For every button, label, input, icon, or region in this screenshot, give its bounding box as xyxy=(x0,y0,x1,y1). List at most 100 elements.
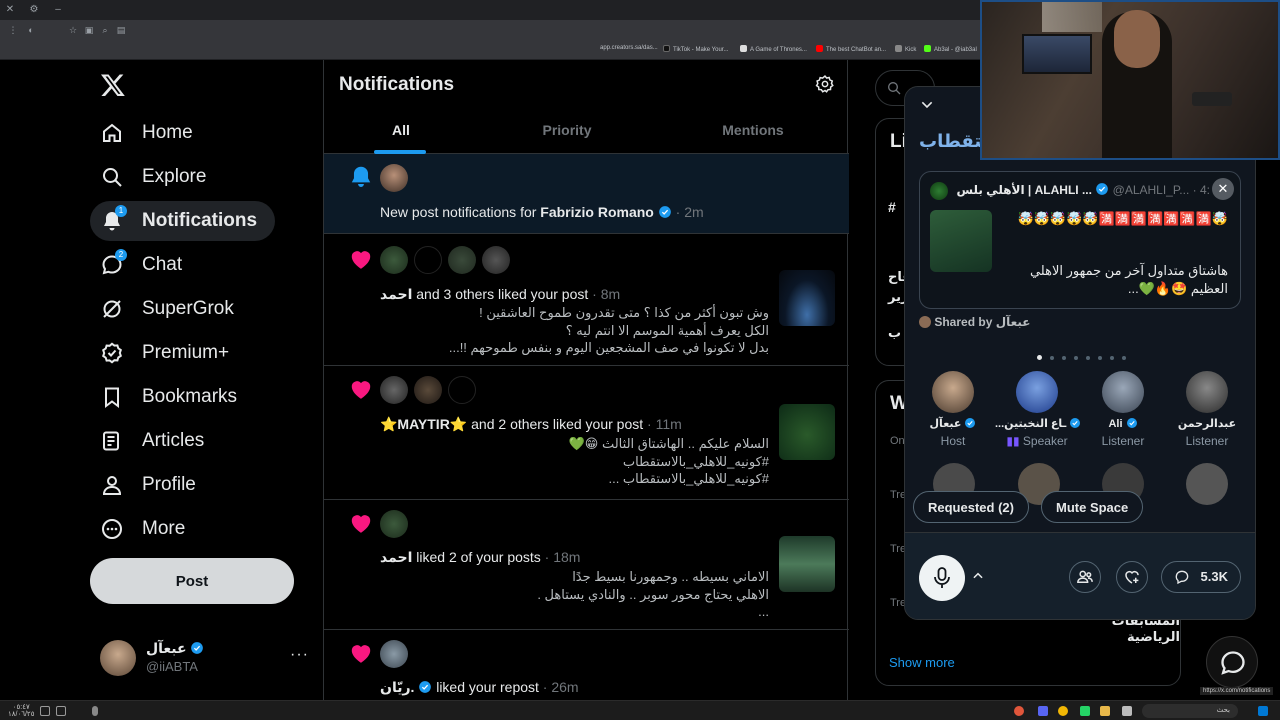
bookmark-item[interactable]: TikTok - Make Your... xyxy=(663,45,728,53)
avatar[interactable] xyxy=(380,164,408,192)
verified-badge-icon xyxy=(1096,183,1109,195)
post-preview-text: الاماني بسيطه .. وجمهورنا بسيط جدًا الاه… xyxy=(537,569,769,619)
bell-icon: 1 xyxy=(100,205,127,233)
taskbar: ٠٥:٤٧ ١٨/٠٦/٢٥ بحث xyxy=(0,700,1280,720)
avatar xyxy=(1186,371,1228,413)
zoom-icon[interactable]: ⌕ xyxy=(100,25,110,35)
participant-name: عبعآل xyxy=(911,417,995,430)
bookmark-item[interactable]: app.creators.sa/das... xyxy=(600,45,658,51)
bookmark-item[interactable]: A Game of Thrones... xyxy=(740,45,807,53)
extensions-icon[interactable]: ▤ xyxy=(116,25,126,35)
avatar[interactable] xyxy=(380,376,408,404)
tab-mentions[interactable]: Mentions xyxy=(678,114,828,154)
verified-badge-icon xyxy=(419,681,432,693)
sidebar-item-supergrok[interactable]: SuperGrok xyxy=(90,289,234,329)
reactions-button[interactable] xyxy=(1116,561,1148,593)
avatar[interactable] xyxy=(448,376,476,404)
discord-taskbar-icon[interactable] xyxy=(1038,706,1048,716)
chrome-taskbar-icon[interactable] xyxy=(1058,706,1068,716)
participant-role: Host xyxy=(940,434,966,448)
participant-host[interactable]: عبعآل Host xyxy=(911,371,995,448)
heart-plus-icon xyxy=(1125,570,1139,584)
more-dots-icon[interactable]: ··· xyxy=(290,646,309,664)
avatar[interactable] xyxy=(448,246,476,274)
account-switcher[interactable]: عبعآل @iiABTA ··· xyxy=(100,638,310,678)
menu-dots-icon[interactable]: ⋮ xyxy=(8,25,18,35)
comments-count-button[interactable]: 5.3K xyxy=(1161,561,1241,593)
bookmark-item[interactable]: The best ChatBot an... xyxy=(816,45,886,53)
minimize-window-icon[interactable]: – xyxy=(52,4,64,16)
avatar[interactable] xyxy=(380,640,408,668)
sidebar-item-premium[interactable]: Premium+ xyxy=(90,333,229,373)
avatar[interactable] xyxy=(380,510,408,538)
notifications-tray-icon[interactable] xyxy=(40,706,50,716)
volume-tray-icon[interactable] xyxy=(56,706,66,716)
sidebar-item-notifications[interactable]: 1 Notifications xyxy=(90,201,275,241)
sidebar-item-explore[interactable]: Explore xyxy=(90,157,206,197)
mic-tray-icon[interactable] xyxy=(92,706,98,716)
premium-icon xyxy=(102,342,122,364)
heart-icon xyxy=(351,381,371,399)
chevron-down-icon[interactable] xyxy=(919,97,935,113)
requested-button[interactable]: Requested (2) xyxy=(913,491,1029,523)
notification-item[interactable]: احمد and 3 others liked your post · 8m و… xyxy=(324,234,849,366)
app-taskbar-icon[interactable] xyxy=(1014,706,1024,716)
screenshot-icon[interactable]: ▣ xyxy=(84,25,94,35)
sidebar-item-label: More xyxy=(142,518,186,539)
participant-listener[interactable]: Ali Listener xyxy=(1081,371,1165,448)
chevron-up-icon[interactable] xyxy=(971,569,985,583)
star-icon[interactable]: ☆ xyxy=(68,25,78,35)
avatar[interactable] xyxy=(482,246,510,274)
verified-badge-icon xyxy=(191,642,204,654)
avatar[interactable] xyxy=(414,376,442,404)
microphone-button[interactable] xyxy=(919,555,965,601)
settings-window-icon[interactable]: ⚙ xyxy=(28,4,40,16)
participants-button[interactable] xyxy=(1069,561,1101,593)
post-preview-text: وش تبون أكثر من كذا ؟ متى تقدرون طموح ال… xyxy=(448,305,769,355)
folder-taskbar-icon[interactable] xyxy=(1100,706,1110,716)
store-taskbar-icon[interactable] xyxy=(1122,706,1132,716)
sidebar-item-bookmarks[interactable]: Bookmarks xyxy=(90,377,237,417)
notification-item[interactable]: New post notifications for Fabrizio Roma… xyxy=(324,154,849,234)
post-thumbnail[interactable] xyxy=(779,404,835,460)
home-icon xyxy=(103,123,121,142)
close-icon[interactable]: ✕ xyxy=(1212,178,1234,200)
avatar[interactable] xyxy=(1186,463,1228,505)
start-icon[interactable] xyxy=(1258,706,1268,716)
sidebar-item-home[interactable]: Home xyxy=(90,113,193,153)
clock[interactable]: ٠٥:٤٧ ١٨/٠٦/٢٥ xyxy=(8,704,34,718)
site-icon: ◐ xyxy=(28,25,34,35)
notification-item[interactable]: احمد liked 2 of your posts · 18m الاماني… xyxy=(324,500,849,630)
taskbar-search[interactable]: بحث xyxy=(1142,704,1238,718)
sidebar-item-chat[interactable]: 2 Chat xyxy=(90,245,182,285)
notification-item[interactable]: ⭐MAYTIR⭐ and 2 others liked your post · … xyxy=(324,366,849,500)
show-more-link[interactable]: Show more xyxy=(889,655,955,670)
floating-chat-button[interactable] xyxy=(1206,636,1258,688)
shared-post-image[interactable] xyxy=(930,210,992,272)
avatar[interactable] xyxy=(380,246,408,274)
tab-all[interactable]: All xyxy=(324,114,478,154)
shared-by-label: Shared by عبعآل xyxy=(919,315,1031,329)
post-thumbnail[interactable] xyxy=(779,536,835,592)
participant-speaker[interactable]: ...ـاع النخبتين ▮▮ Speaker xyxy=(995,371,1081,448)
post-thumbnail[interactable] xyxy=(779,270,835,326)
gear-icon[interactable] xyxy=(815,74,835,94)
post-button[interactable]: Post xyxy=(90,558,294,604)
participant-listener[interactable]: عبدالرحمن Listener xyxy=(1165,371,1249,448)
sidebar-item-profile[interactable]: Profile xyxy=(90,465,196,505)
shared-post-header: الأهلي بلس | ALAHLI ... @ALAHLI_P... · 4… xyxy=(956,183,1210,197)
close-window-icon[interactable]: ✕ xyxy=(4,4,16,16)
sidebar-item-more[interactable]: More xyxy=(90,509,185,549)
whatsapp-taskbar-icon[interactable] xyxy=(1080,706,1090,716)
notification-item[interactable]: ريّان. liked your repost · 26m xyxy=(324,630,849,700)
tab-priority[interactable]: Priority xyxy=(492,114,642,154)
bookmark-item[interactable]: Kick xyxy=(895,45,916,53)
sidebar-item-articles[interactable]: Articles xyxy=(90,421,204,461)
x-logo-icon[interactable] xyxy=(100,72,126,98)
shared-post-card[interactable]: الأهلي بلس | ALAHLI ... @ALAHLI_P... · 4… xyxy=(919,171,1241,309)
mute-space-button[interactable]: Mute Space xyxy=(1041,491,1144,523)
carousel-dots[interactable] xyxy=(905,347,1255,365)
sidebar-item-label: Premium+ xyxy=(142,342,230,363)
bookmark-item[interactable]: Ab3al - @iab3al xyxy=(924,45,977,53)
avatar[interactable] xyxy=(414,246,442,274)
